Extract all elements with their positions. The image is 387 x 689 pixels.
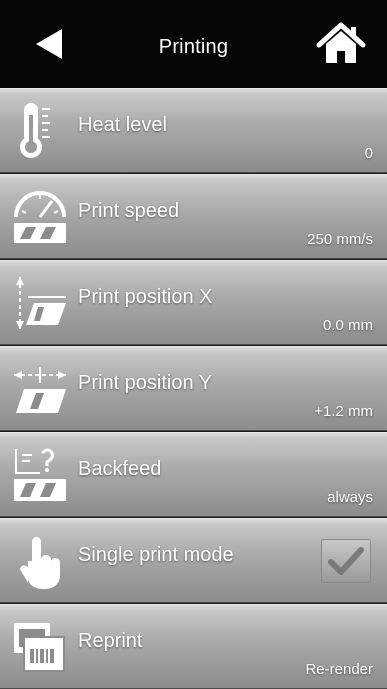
menu-item-heat-level[interactable]: Heat level 0 [0,88,387,173]
menu-item-label: Single print mode [78,544,234,566]
single-print-mode-checkbox[interactable] [321,539,371,583]
menu-item-value: always [327,489,373,506]
home-icon [316,22,366,63]
menu-item-reprint[interactable]: Reprint Re-render [0,604,387,689]
menu-item-value: Re-render [305,661,373,678]
menu-item-value: +1.2 mm [314,403,373,420]
menu-item-label: Heat level [78,114,167,136]
reprint-icon [14,623,65,672]
menu-item-print-position-y[interactable]: Print position Y +1.2 mm [0,346,387,431]
backfeed-icon [14,448,66,501]
position-x-icon [16,277,66,329]
menu-item-single-print-mode[interactable]: Single print mode [0,518,387,603]
menu-item-label: Print speed [78,200,180,222]
thermometer-icon [20,103,50,158]
speedometer-icon [14,191,66,243]
position-y-icon [14,367,66,413]
hand-pointer-icon [20,537,60,589]
menu-item-label: Print position Y [78,372,213,394]
menu-item-backfeed[interactable]: Backfeed always [0,432,387,517]
top-bar: Printing [0,0,387,88]
settings-list: Heat level 0 Print speed 250 mm/s Print … [0,88,387,689]
menu-item-value: 0 [364,145,373,162]
menu-item-value: 0.0 mm [322,317,373,334]
menu-item-label: Print position X [78,286,213,308]
menu-item-label: Backfeed [78,458,162,480]
home-button[interactable] [315,20,367,68]
menu-item-print-speed[interactable]: Print speed 250 mm/s [0,174,387,259]
menu-item-print-position-x[interactable]: Print position X 0.0 mm [0,260,387,345]
menu-item-label: Reprint [78,630,143,652]
menu-item-value: 250 mm/s [307,231,373,248]
checkmark-icon [328,547,364,575]
